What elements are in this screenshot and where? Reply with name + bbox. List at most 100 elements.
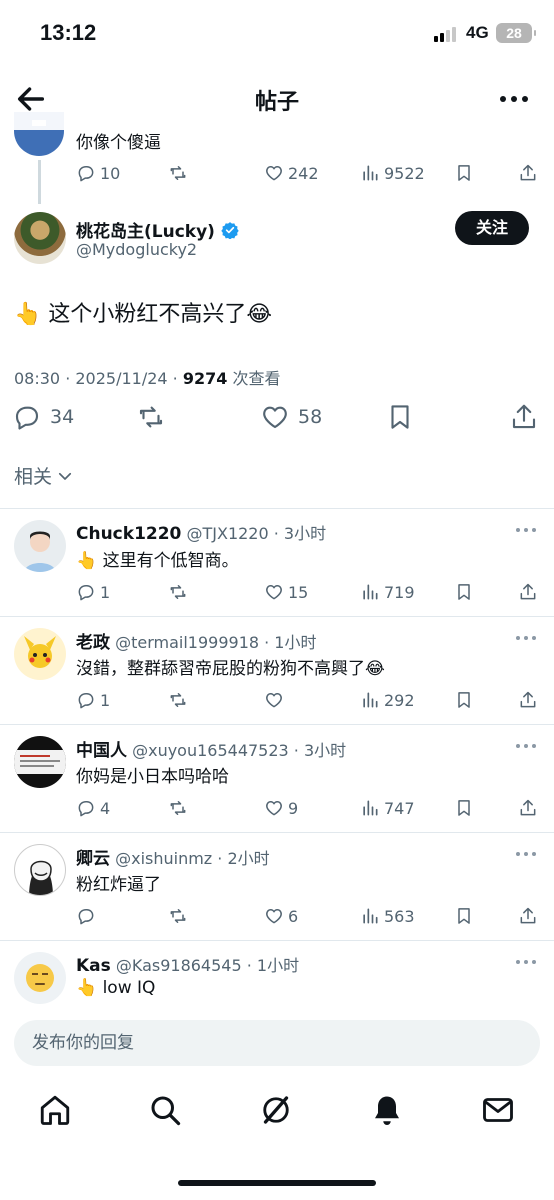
reply-button[interactable] — [76, 906, 100, 926]
nav-home[interactable] — [37, 1092, 73, 1128]
share-button[interactable] — [518, 690, 538, 710]
more-options-icon[interactable] — [500, 96, 530, 104]
network-type: 4G — [466, 23, 489, 42]
avatar[interactable] — [14, 520, 66, 572]
reply-item[interactable]: Kas @Kas91864545 · 1小时 👆 low IQ — [0, 940, 554, 1010]
reply-item[interactable]: 中国人 @xuyou165447523 · 3小时 你妈是小日本吗哈哈 4 9 … — [0, 724, 554, 832]
nav-notifications[interactable] — [369, 1092, 405, 1128]
author-name[interactable]: 桃花岛主(Lucky) — [76, 217, 239, 242]
avatar[interactable] — [14, 628, 66, 680]
tweet-view-count: 9274 — [182, 369, 228, 388]
more-options-icon[interactable] — [516, 636, 538, 642]
reply-author[interactable]: 老政 — [76, 633, 110, 653]
retweet-button[interactable] — [136, 402, 166, 432]
bookmark-button[interactable] — [385, 402, 415, 432]
bookmark-button[interactable] — [454, 906, 474, 926]
bookmark-button[interactable] — [454, 690, 474, 710]
reply-handle: @TJX1220 · 3小时 — [186, 524, 327, 543]
reply-action-bar: 6 563 — [76, 906, 542, 928]
share-button[interactable] — [518, 798, 538, 818]
related-toggle[interactable]: 相关 — [14, 462, 74, 489]
reply-header: 卿云 @xishuinmz · 2小时 — [76, 844, 270, 869]
like-button[interactable]: 9 — [264, 798, 298, 818]
nav-grok[interactable] — [258, 1092, 294, 1128]
like-button[interactable]: 242 — [264, 163, 319, 183]
share-button[interactable] — [509, 402, 539, 432]
reply-count: 34 — [50, 406, 75, 428]
like-button[interactable] — [264, 690, 288, 710]
bottom-nav — [0, 1080, 554, 1150]
share-button[interactable] — [518, 906, 538, 926]
reply-button[interactable]: 34 — [12, 402, 74, 432]
views-button[interactable]: 747 — [360, 798, 415, 818]
bookmark-icon — [458, 692, 470, 708]
reply-item[interactable]: 老政 @termail1999918 · 1小时 沒錯，整群舔習帝屁股的粉狗不高… — [0, 616, 554, 724]
reply-button[interactable]: 1 — [76, 582, 110, 602]
views-icon — [363, 584, 378, 600]
avatar[interactable] — [14, 844, 66, 896]
share-button[interactable] — [518, 582, 538, 602]
thread-line — [38, 160, 41, 204]
like-button[interactable]: 58 — [260, 402, 322, 432]
reply-button[interactable]: 4 — [76, 798, 110, 818]
reply-item[interactable]: Chuck1220 @TJX1220 · 3小时 👆 这里有个低智商。 1 15… — [0, 508, 554, 616]
retweet-button[interactable] — [168, 690, 188, 710]
tweet-view-label: 次查看 — [227, 369, 281, 388]
nav-search[interactable] — [147, 1092, 183, 1128]
heart-icon — [263, 406, 287, 429]
view-count: 9522 — [384, 163, 425, 183]
views-icon — [363, 692, 378, 708]
retweet-button[interactable] — [168, 163, 188, 183]
reply-button[interactable]: 1 — [76, 690, 110, 710]
views-button[interactable]: 563 — [360, 906, 415, 926]
share-button[interactable] — [518, 163, 538, 183]
reply-item[interactable]: 卿云 @xishuinmz · 2小时 粉红炸逼了 6 563 — [0, 832, 554, 940]
retweet-button[interactable] — [168, 798, 188, 818]
home-indicator — [178, 1180, 376, 1186]
like-count: 242 — [288, 163, 319, 183]
retweet-button[interactable] — [168, 906, 188, 926]
bookmark-icon — [391, 405, 409, 429]
reply-text: 👆 这里有个低智商。 — [76, 551, 239, 571]
avatar[interactable] — [14, 736, 66, 788]
retweet-button[interactable] — [168, 582, 188, 602]
share-icon — [520, 583, 536, 600]
page-title: 帖子 — [254, 90, 299, 115]
follow-button[interactable]: 关注 — [455, 211, 529, 245]
author-name-text: 桃花岛主(Lucky) — [76, 222, 215, 242]
share-icon — [520, 907, 536, 924]
reply-button[interactable]: 10 — [76, 163, 120, 183]
views-button[interactable]: 9522 — [360, 163, 425, 183]
retweet-icon — [170, 801, 186, 815]
reply-handle: @xuyou165447523 · 3小时 — [132, 741, 347, 760]
reply-count: 10 — [100, 163, 121, 183]
views-button[interactable]: 719 — [360, 582, 415, 602]
more-options-icon[interactable] — [516, 960, 538, 966]
more-options-icon[interactable] — [516, 528, 538, 534]
views-button[interactable]: 292 — [360, 690, 415, 710]
reply-header: 老政 @termail1999918 · 1小时 — [76, 628, 317, 653]
bell-icon — [375, 1096, 399, 1125]
reply-author[interactable]: Kas — [76, 956, 111, 976]
signal-icon — [434, 26, 460, 42]
more-options-icon[interactable] — [516, 852, 538, 858]
bookmark-icon — [458, 908, 470, 924]
like-button[interactable]: 6 — [264, 906, 298, 926]
bookmark-button[interactable] — [454, 798, 474, 818]
bookmark-button[interactable] — [454, 163, 474, 183]
reply-text: 你妈是小日本吗哈哈 — [76, 767, 229, 787]
bookmark-button[interactable] — [454, 582, 474, 602]
like-count: 9 — [288, 798, 299, 818]
reply-compose-input[interactable]: 发布你的回复 — [14, 1020, 540, 1066]
reply-author[interactable]: Chuck1220 — [76, 524, 181, 544]
reply-author[interactable]: 中国人 — [76, 741, 127, 761]
reply-author[interactable]: 卿云 — [76, 849, 110, 869]
views-icon — [363, 800, 378, 816]
nav-messages[interactable] — [480, 1092, 516, 1128]
like-button[interactable]: 15 — [264, 582, 308, 602]
author-avatar[interactable] — [14, 212, 66, 264]
reply-icon — [78, 801, 94, 817]
more-options-icon[interactable] — [516, 744, 538, 750]
reply-handle: @Kas91864545 · 1小时 — [115, 956, 300, 975]
avatar[interactable] — [14, 952, 66, 1004]
